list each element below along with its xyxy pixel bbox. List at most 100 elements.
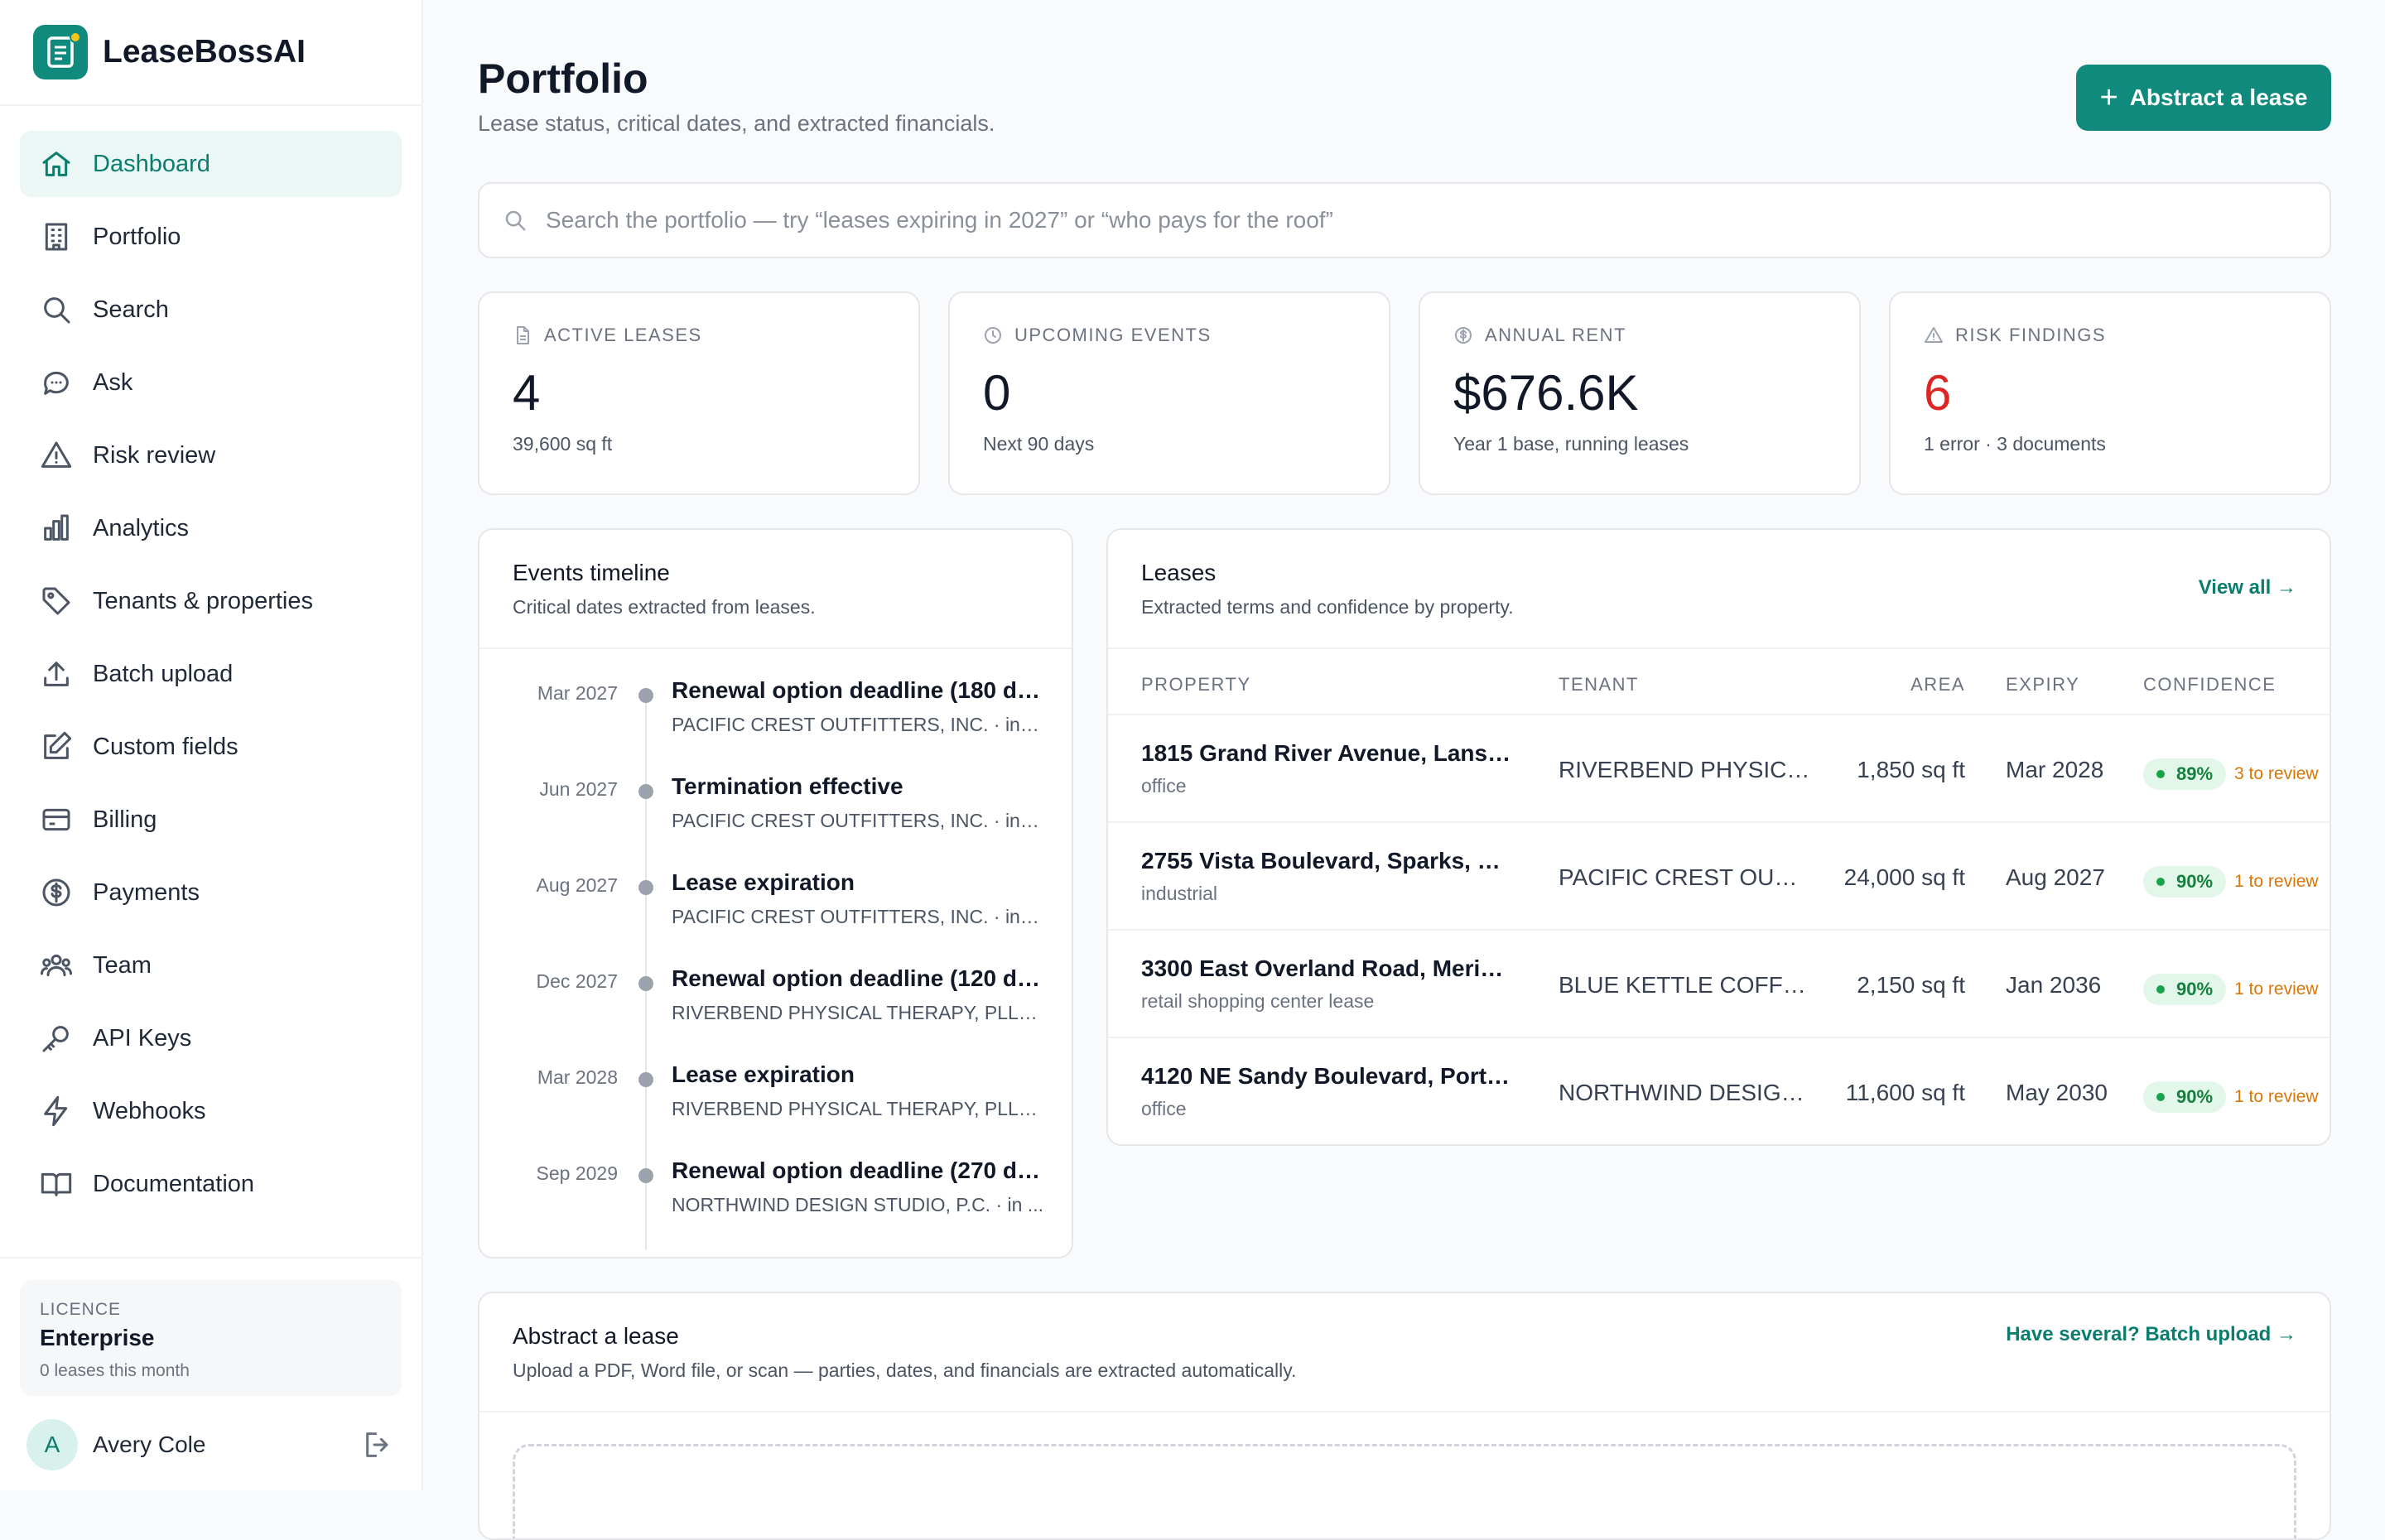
table-row[interactable]: 2755 Vista Boulevard, Sparks, Ne... indu… <box>1108 823 2330 931</box>
licence-kicker: LICENCE <box>40 1300 122 1319</box>
stat-label-text: ANNUAL RENT <box>1485 325 1626 345</box>
card-title: Leases <box>1141 560 1217 585</box>
stat-value: 6 <box>1924 365 1952 421</box>
dollar-circle-icon <box>42 878 70 907</box>
column-header-area[interactable]: AREA <box>1910 674 1965 695</box>
avatar[interactable]: A <box>26 1419 78 1470</box>
brand[interactable]: LeaseBossAI <box>0 0 422 106</box>
stat-label: UPCOMING EVENTS <box>983 325 1356 346</box>
sidebar-item-billing[interactable]: Billing <box>20 787 402 853</box>
timeline-item[interactable]: Aug 2027 Lease expiration PACIFIC CREST … <box>479 869 1072 969</box>
expiry-cell: Mar 2028 <box>2006 757 2104 782</box>
timeline-item[interactable]: Sep 2029 Renewal option deadline (270 da… <box>479 1157 1072 1257</box>
property-cell: 4120 NE Sandy Boulevard, Portla... offic… <box>1141 1063 1514 1120</box>
status-dot <box>2156 1093 2165 1101</box>
events-timeline-card: Events timeline Critical dates extracted… <box>478 528 1073 1258</box>
sidebar-item-dashboard[interactable]: Dashboard <box>20 131 402 197</box>
sidebar-item-label: Team <box>93 951 152 979</box>
timeline-dot <box>638 688 653 703</box>
licence-plan: Enterprise <box>40 1325 155 1350</box>
stat-label-text: UPCOMING EVENTS <box>1014 325 1212 345</box>
dollar-circle-icon <box>1455 327 1472 344</box>
stat-card-annual-rent: ANNUAL RENT $676.6K Year 1 base, running… <box>1419 291 1861 495</box>
view-all-link[interactable]: View all → <box>2199 576 2296 599</box>
chat-bubble-icon <box>44 371 69 395</box>
batch-upload-link[interactable]: Have several? Batch upload → <box>2006 1323 2296 1346</box>
sidebar-item-payments[interactable]: Payments <box>20 859 402 926</box>
card-subtitle: Critical dates extracted from leases. <box>513 596 816 618</box>
property-name: 2755 Vista Boulevard, Sparks, Ne... <box>1141 848 1514 873</box>
timeline-meta: PACIFIC CREST OUTFITTERS, INC. · in 13 .… <box>672 906 1044 927</box>
timeline-item[interactable]: Mar 2027 Renewal option deadline (180 da… <box>479 677 1072 777</box>
confidence-cell: 90% 1 to review <box>2143 974 2319 1005</box>
sidebar-item-batch-upload[interactable]: Batch upload <box>20 641 402 707</box>
table-row[interactable]: 3300 East Overland Road, Meridi... retai… <box>1108 931 2330 1038</box>
abstract-lease-button[interactable]: + Abstract a lease <box>2076 65 2331 131</box>
sidebar-item-label: Portfolio <box>93 223 181 250</box>
timeline-item[interactable]: Dec 2027 Renewal option deadline (120 da… <box>479 965 1072 1065</box>
timeline-title: Termination effective <box>672 773 903 799</box>
column-header-tenant[interactable]: TENANT <box>1559 674 1639 695</box>
confidence-cell: 90% 1 to review <box>2143 1081 2319 1113</box>
review-count[interactable]: 1 to review <box>2234 872 2319 892</box>
page-subtitle: Lease status, critical dates, and extrac… <box>478 111 995 136</box>
sidebar-item-search[interactable]: Search <box>20 277 402 343</box>
card-title: Events timeline <box>513 560 670 585</box>
sidebar-item-team[interactable]: Team <box>20 932 402 999</box>
stat-label-text: ACTIVE LEASES <box>544 325 702 345</box>
timeline-meta: PACIFIC CREST OUTFITTERS, INC. · in 11 .… <box>672 810 1044 831</box>
stat-card-active-leases: ACTIVE LEASES 4 39,600 sq ft <box>478 291 920 495</box>
sidebar-item-label: Analytics <box>93 514 190 541</box>
sidebar-item-webhooks[interactable]: Webhooks <box>20 1078 402 1144</box>
search-input[interactable] <box>546 187 2330 253</box>
sidebar-item-label: Webhooks <box>93 1097 206 1124</box>
licence-section: LICENCE Enterprise 0 leases this month A… <box>0 1257 422 1470</box>
review-count[interactable]: 1 to review <box>2234 979 2319 999</box>
status-dot <box>2156 770 2165 778</box>
status-dot <box>2156 985 2165 994</box>
sidebar-item-portfolio[interactable]: Portfolio <box>20 204 402 270</box>
sidebar-item-label: Ask <box>93 368 133 396</box>
expiry-cell: Jan 2036 <box>2006 972 2102 998</box>
plus-icon: + <box>2099 80 2118 115</box>
timeline-title: Renewal option deadline (180 da... <box>672 677 1044 703</box>
upload-dropzone[interactable] <box>513 1444 2296 1538</box>
stat-label: ANNUAL RENT <box>1453 325 1826 346</box>
timeline-item[interactable]: Jun 2027 Termination effective PACIFIC C… <box>479 773 1072 873</box>
card-header: Leases Extracted terms and confidence by… <box>1108 530 2330 618</box>
sidebar-item-label: Tenants & properties <box>93 587 313 614</box>
confidence-badge: 90% <box>2143 1081 2227 1113</box>
timeline-dot <box>638 1168 653 1183</box>
stat-value: $676.6K <box>1453 365 1639 421</box>
logout-icon[interactable] <box>362 1428 395 1461</box>
timeline-meta: PACIFIC CREST OUTFITTERS, INC. · in 7 ..… <box>672 714 1044 735</box>
timeline-meta: RIVERBEND PHYSICAL THERAPY, PLLC · i... <box>672 1002 1044 1023</box>
sidebar-item-risk-review[interactable]: Risk review <box>20 422 402 488</box>
table-row[interactable]: 1815 Grand River Avenue, Lansin... offic… <box>1108 715 2330 823</box>
review-count[interactable]: 1 to review <box>2234 1087 2319 1107</box>
sidebar-item-custom-fields[interactable]: Custom fields <box>20 714 402 780</box>
stat-sub: 1 error · 3 documents <box>1924 433 2106 455</box>
timeline-date: Aug 2027 <box>536 874 618 896</box>
timeline-title: Lease expiration <box>672 1061 855 1087</box>
sidebar-item-tenants-properties[interactable]: Tenants & properties <box>20 568 402 634</box>
sidebar-item-label: Billing <box>93 806 157 833</box>
column-header-expiry[interactable]: EXPIRY <box>2006 674 2079 695</box>
confidence-badge: 89% <box>2143 758 2227 790</box>
leases-card: Leases Extracted terms and confidence by… <box>1106 528 2331 1146</box>
column-header-confidence[interactable]: CONFIDENCE <box>2143 674 2276 695</box>
sidebar-item-ask[interactable]: Ask <box>20 349 402 416</box>
review-count[interactable]: 3 to review <box>2234 764 2319 784</box>
sidebar-item-documentation[interactable]: Documentation <box>20 1151 402 1217</box>
column-header-property[interactable]: PROPERTY <box>1141 674 1251 695</box>
status-dot <box>2156 878 2165 886</box>
sidebar-nav: Dashboard Portfolio Search Ask Risk revi… <box>0 106 422 1217</box>
timeline-date: Jun 2027 <box>539 778 618 800</box>
sidebar-item-api-keys[interactable]: API Keys <box>20 1005 402 1071</box>
confidence-value: 89% <box>2176 763 2214 784</box>
timeline-item[interactable]: Mar 2028 Lease expiration RIVERBEND PHYS… <box>479 1061 1072 1161</box>
sidebar-item-analytics[interactable]: Analytics <box>20 495 402 561</box>
brand-name: LeaseBossAI <box>103 34 306 70</box>
table-row[interactable]: 4120 NE Sandy Boulevard, Portla... offic… <box>1108 1038 2330 1144</box>
timeline-title: Renewal option deadline (120 da... <box>672 965 1044 991</box>
